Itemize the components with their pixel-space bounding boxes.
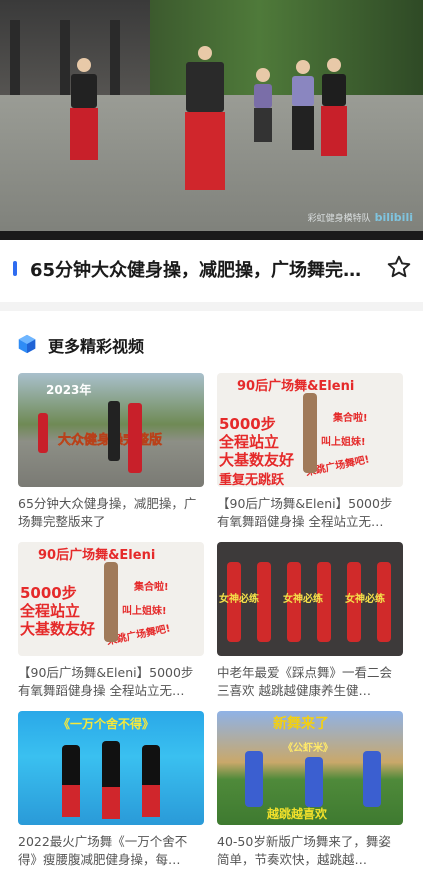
title-accent-bar <box>13 261 17 276</box>
thumb-text: 越跳越喜欢 <box>267 807 328 821</box>
video-thumbnail[interactable]: 《一万个舍不得》 <box>18 711 204 825</box>
video-thumbnail[interactable]: 女神必练 女神必练 女神必练 <box>217 542 403 656</box>
thumb-text: 女神必练 <box>283 594 323 605</box>
thumb-text: 2023年 <box>46 383 92 397</box>
video-caption: 2022最火广场舞《一万个舍不得》瘦腰腹减肥健身操，每… <box>18 834 188 867</box>
video-caption: 【90后广场舞&Eleni】5000步有氧舞蹈健身操 全程站立无… <box>217 496 393 529</box>
section-divider <box>0 302 423 311</box>
video-dancer <box>170 46 240 190</box>
video-card[interactable]: 女神必练 女神必练 女神必练 中老年最爱《踩点舞》一看二会三喜欢 越跳越健康养生… <box>217 542 403 700</box>
video-card[interactable]: 《一万个舍不得》 2022最火广场舞《一万个舍不得》瘦腰腹减肥健身操，每… <box>18 711 204 869</box>
video-thumbnail[interactable]: 2023年 大众健身操完整版 <box>18 373 204 487</box>
video-card[interactable]: 90后广场舞&Eleni 5000步 全程站立 大基数友好 集合啦! 叫上姐妹!… <box>18 542 204 700</box>
video-card[interactable]: 2023年 大众健身操完整版 65分钟大众健身操，减肥操，广场舞完整版来了 <box>18 373 204 531</box>
thumb-text: 集合啦! <box>333 413 368 424</box>
video-title-row: 65分钟大众健身操，减肥操，广场舞完整版来了 <box>0 244 423 296</box>
thumb-text: 90后广场舞&Eleni <box>38 548 156 563</box>
video-caption: 中老年最爱《踩点舞》一看二会三喜欢 越跳越健康养生健… <box>217 665 393 698</box>
video-player[interactable]: 彩虹健身模特队 bilibili <box>0 0 423 240</box>
thumb-text: 女神必练 <box>219 594 259 605</box>
video-dancer <box>248 68 278 142</box>
thumb-text: 《一万个舍不得》 <box>58 717 155 731</box>
video-dancer <box>312 58 356 156</box>
section-title: 更多精彩视频 <box>48 337 145 356</box>
thumb-text: 女神必练 <box>345 594 385 605</box>
thumb-text: 大基数友好 <box>219 451 295 469</box>
thumb-text: 大基数友好 <box>20 620 96 638</box>
thumb-text: 重复无跳跃 <box>219 473 285 487</box>
cube-icon <box>18 334 36 354</box>
thumb-text: 集合啦! <box>134 582 169 593</box>
thumb-text: 《公虾米》 <box>283 743 333 754</box>
thumb-text: 90后广场舞&Eleni <box>237 379 355 394</box>
video-thumbnail[interactable]: 新舞来了 《公虾米》 越跳越喜欢 <box>217 711 403 825</box>
video-card[interactable]: 新舞来了 《公虾米》 越跳越喜欢 40-50岁新版广场舞来了，舞姿简单，节奏欢快… <box>217 711 403 869</box>
video-caption: 40-50岁新版广场舞来了，舞姿简单，节奏欢快，越跳越… <box>217 834 391 867</box>
video-progress-bar[interactable] <box>0 231 423 240</box>
star-outline-icon[interactable] <box>386 254 412 280</box>
video-watermark: 彩虹健身模特队 bilibili <box>307 211 413 224</box>
bilibili-logo: bilibili <box>374 211 413 224</box>
video-caption: 65分钟大众健身操，减肥操，广场舞完整版来了 <box>18 496 197 529</box>
thumb-text: 新舞来了 <box>273 716 329 732</box>
video-thumbnail[interactable]: 90后广场舞&Eleni 5000步 全程站立 大基数友好 集合啦! 叫上姐妹!… <box>18 542 204 656</box>
video-dancer <box>60 58 108 160</box>
video-card[interactable]: 90后广场舞&Eleni 5000步 全程站立 大基数友好 集合啦! 叫上姐妹!… <box>217 373 403 531</box>
video-thumbnail[interactable]: 90后广场舞&Eleni 5000步 全程站立 大基数友好 集合啦! 叫上姐妹!… <box>217 373 403 487</box>
thumb-text: 叫上姐妹! <box>122 606 167 617</box>
video-caption: 【90后广场舞&Eleni】5000步有氧舞蹈健身操 全程站立无… <box>18 665 194 698</box>
video-title: 65分钟大众健身操，减肥操，广场舞完整版来了 <box>30 260 370 281</box>
thumb-text: 叫上姐妹! <box>321 437 366 448</box>
